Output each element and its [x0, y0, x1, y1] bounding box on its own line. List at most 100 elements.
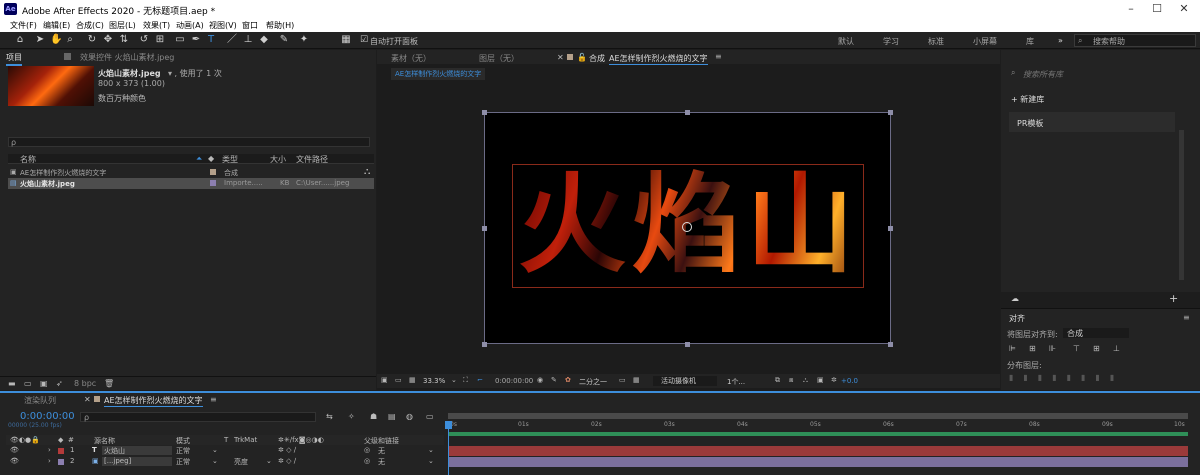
- workspace-default[interactable]: 默认: [838, 36, 854, 47]
- exposure-icon[interactable]: ✲: [831, 376, 837, 384]
- anchor-tool-icon[interactable]: ⊞: [154, 34, 166, 46]
- type-tool-icon[interactable]: T: [205, 34, 217, 46]
- tab-render-queue[interactable]: 渲染队列: [24, 395, 56, 406]
- mode-select[interactable]: 正常: [176, 457, 190, 467]
- viewer-timecode[interactable]: 0:00:00:00: [495, 377, 533, 385]
- new-library-button[interactable]: + 新建库: [1011, 94, 1044, 105]
- eraser-tool-icon[interactable]: ◆: [258, 34, 270, 46]
- selection-tool-icon[interactable]: ➤: [34, 34, 46, 46]
- workspace-libraries[interactable]: 库: [1026, 36, 1034, 47]
- pickwhip-icon[interactable]: ◎: [364, 457, 370, 465]
- menu-effect[interactable]: 效果(T): [143, 20, 170, 31]
- align-bottom-icon[interactable]: ⊥: [1113, 344, 1120, 353]
- transform-handle[interactable]: [482, 342, 487, 347]
- tab-menu-icon[interactable]: ≡: [715, 52, 722, 61]
- menu-composition[interactable]: 合成(C): [76, 20, 104, 31]
- comp-mini-flowchart-icon[interactable]: ⇆: [326, 412, 333, 421]
- playhead[interactable]: [448, 421, 449, 475]
- preview-icon[interactable]: ▣: [817, 376, 824, 384]
- library-search-input[interactable]: 搜索所有库: [1023, 69, 1063, 80]
- col-source-name[interactable]: 源名称: [94, 436, 115, 446]
- workspace-small-screen[interactable]: 小屏幕: [973, 36, 997, 47]
- show-snapshot-icon[interactable]: ✎: [551, 376, 557, 384]
- comp-breadcrumb[interactable]: AE怎样制作烈火燃烧的文字: [391, 68, 486, 80]
- brush-tool-icon[interactable]: ／: [226, 34, 238, 46]
- pickwhip-icon[interactable]: ◎: [364, 446, 370, 454]
- label-col-icon[interactable]: ◆: [58, 436, 63, 444]
- col-trkmat[interactable]: TrkMat: [234, 436, 257, 444]
- eye-icon[interactable]: 👁: [10, 446, 19, 454]
- layer-switches[interactable]: ✲ ◇ ∕: [278, 446, 296, 454]
- chevron-down-icon[interactable]: ⌄: [451, 376, 457, 384]
- workspace-learn[interactable]: 学习: [883, 36, 899, 47]
- pen-tool-icon[interactable]: ✒: [190, 34, 202, 46]
- menu-view[interactable]: 视图(V): [209, 20, 237, 31]
- fit-icon[interactable]: ⛶: [463, 376, 468, 385]
- libraries-scrollbar[interactable]: [1179, 130, 1184, 280]
- menu-layer[interactable]: 图层(L): [109, 20, 136, 31]
- draft-3d-icon[interactable]: ✧: [348, 412, 355, 421]
- eye-icon[interactable]: 👁: [10, 457, 19, 465]
- bpc-label[interactable]: 8 bpc: [74, 379, 96, 388]
- interpret-footage-icon[interactable]: ▬: [8, 379, 16, 388]
- more-workspaces-button[interactable]: »: [1058, 36, 1063, 45]
- label-col-icon[interactable]: ◆: [208, 154, 214, 163]
- new-folder-icon[interactable]: ▭: [24, 379, 32, 388]
- sort-icon[interactable]: ⏶: [196, 154, 202, 164]
- layer-row[interactable]: 👁 › 1 T 火焰山 正常 ⌄ ✲ ◇ ∕ ◎ 无 ⌄: [6, 446, 444, 456]
- transform-handle[interactable]: [685, 110, 690, 115]
- navigator-bar[interactable]: [448, 413, 1188, 419]
- close-tab-icon[interactable]: ✕: [84, 395, 91, 404]
- graph-editor-icon[interactable]: ▭: [426, 412, 434, 421]
- rotate-tool-icon[interactable]: ↺: [138, 34, 150, 46]
- tab-menu-icon[interactable]: ≡: [210, 395, 217, 404]
- transform-handle[interactable]: [888, 110, 893, 115]
- col-path[interactable]: 文件路径: [296, 154, 328, 165]
- parent-select[interactable]: 无: [378, 446, 385, 456]
- visibility-icon[interactable]: 👁◐●🔒: [10, 436, 40, 444]
- resolution-select[interactable]: 二分之一: [579, 377, 607, 387]
- hand-tool-icon[interactable]: ✋: [50, 34, 62, 46]
- layer-name[interactable]: [...jpeg]: [102, 457, 172, 466]
- timeline-icon[interactable]: ⧈: [789, 376, 793, 385]
- expand-icon[interactable]: ›: [48, 457, 51, 465]
- roto-brush-icon[interactable]: ✎: [278, 34, 290, 46]
- menu-file[interactable]: 文件(F): [10, 20, 37, 31]
- transform-handle[interactable]: [888, 226, 893, 231]
- tab-footage[interactable]: 素材（无）: [391, 53, 431, 64]
- layer-name[interactable]: 火焰山: [102, 446, 172, 455]
- snapshot-icon[interactable]: ◉: [537, 376, 543, 384]
- timeline-search-input[interactable]: ρ: [80, 412, 316, 422]
- camera-select[interactable]: 活动摄像机: [653, 376, 717, 386]
- align-right-icon[interactable]: ⊪: [1049, 344, 1056, 353]
- chevron-down-icon[interactable]: ⌄: [428, 457, 434, 465]
- transform-handle[interactable]: [482, 226, 487, 231]
- project-search-input[interactable]: ρ: [8, 137, 370, 147]
- chevron-down-icon[interactable]: ⌄: [212, 457, 218, 465]
- grid-icon[interactable]: ▦: [409, 376, 416, 384]
- transform-handle[interactable]: [482, 110, 487, 115]
- col-size[interactable]: 大小: [270, 154, 286, 165]
- maximize-icon[interactable]: ☐: [1150, 2, 1164, 16]
- toggle-panel-icon[interactable]: ▦: [340, 34, 352, 46]
- new-composition-icon[interactable]: ▣: [40, 379, 48, 388]
- transparency-grid-icon[interactable]: ▦: [633, 376, 640, 384]
- flowchart-icon[interactable]: ⛬: [803, 376, 808, 385]
- frame-blending-icon[interactable]: ▤: [388, 412, 396, 421]
- layer-label-color[interactable]: [58, 459, 64, 465]
- tab-effect-controls[interactable]: 效果控件 火焰山素材.jpeg: [80, 52, 174, 63]
- current-timecode[interactable]: 0:00:00:00: [20, 411, 75, 422]
- chevron-down-icon[interactable]: ⌄: [428, 446, 434, 454]
- layer-bar[interactable]: [448, 457, 1188, 467]
- magnify-icon[interactable]: ▣: [381, 376, 388, 384]
- menu-help[interactable]: 帮助(H): [266, 20, 294, 31]
- render-icon[interactable]: ➶: [56, 379, 63, 388]
- align-top-icon[interactable]: ⊤: [1073, 344, 1080, 353]
- home-icon[interactable]: ⌂: [14, 34, 26, 46]
- views-select[interactable]: 1个...: [727, 377, 745, 387]
- col-parent[interactable]: 父级和链接: [364, 436, 399, 446]
- align-to-select[interactable]: 合成: [1063, 328, 1129, 338]
- orbit-tool-icon[interactable]: ↻: [86, 34, 98, 46]
- col-mode[interactable]: 模式: [176, 436, 190, 446]
- puppet-tool-icon[interactable]: ✦: [298, 34, 310, 46]
